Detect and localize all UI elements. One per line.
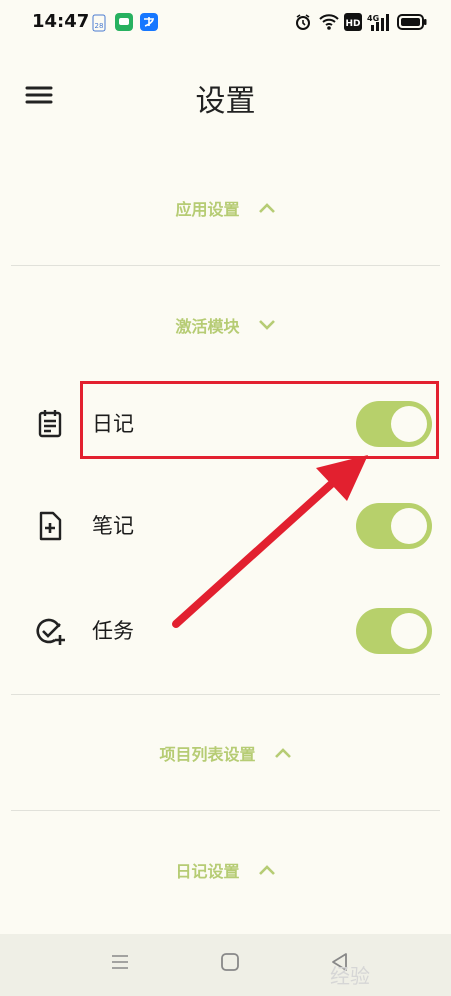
recents-button[interactable] (110, 952, 130, 976)
nav-bar: 经验 (0, 934, 451, 996)
annotation-arrow (172, 455, 368, 628)
watermark-text: 经验 (330, 964, 370, 988)
home-button[interactable] (220, 952, 240, 976)
